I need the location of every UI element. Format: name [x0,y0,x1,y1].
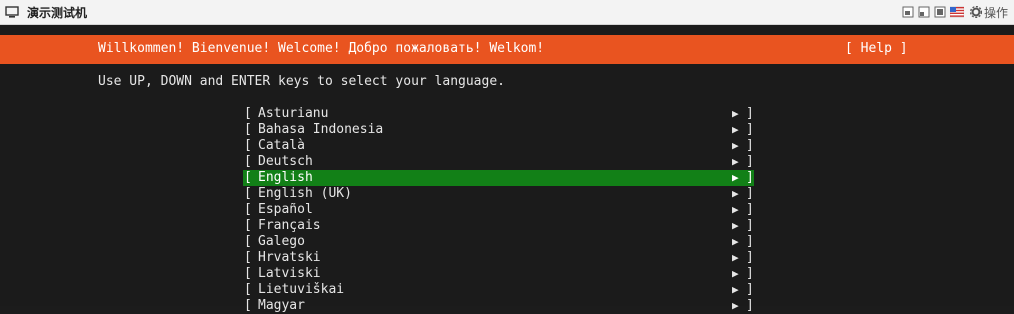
language-option[interactable]: [ Español ▶] [243,202,754,218]
submenu-arrow-icon: ▶ [732,139,739,152]
submenu-arrow-icon: ▶ [732,251,739,264]
menu-open-bracket: [ [244,282,252,297]
language-name: Hrvatski [258,250,321,265]
menu-close-bracket: ] [746,234,754,249]
menu-close-bracket: ] [746,202,754,217]
menu-open-bracket: [ [244,234,252,249]
language-option[interactable]: [ Magyar ▶] [243,298,754,314]
menu-close-bracket: ] [746,122,754,137]
menu-close-bracket: ] [746,106,754,121]
gear-icon [969,6,982,18]
help-button[interactable]: [ Help ] [845,41,908,56]
language-name: English (UK) [258,186,352,201]
menu-open-bracket: [ [244,218,252,233]
submenu-arrow-icon: ▶ [732,299,739,312]
submenu-arrow-icon: ▶ [732,219,739,232]
menu-close-bracket: ] [746,266,754,281]
submenu-arrow-icon: ▶ [732,235,739,248]
submenu-arrow-icon: ▶ [732,283,739,296]
menu-open-bracket: [ [244,266,252,281]
menu-close-bracket: ] [746,138,754,153]
operations-label: 操作 [983,5,1008,20]
menu-close-bracket: ] [746,250,754,265]
fullscreen-icon[interactable] [934,6,946,18]
window-title: 演示测试机 [27,6,88,20]
language-option[interactable]: [ Català ▶] [243,138,754,154]
language-name: Català [258,138,305,153]
monitor-icon [5,6,19,18]
language-option[interactable]: [ Asturianu ▶] [243,106,754,122]
language-list: [ Asturianu ▶] [ Bahasa Indonesia ▶] [ Català ▶]… [243,106,754,314]
menu-close-bracket: ] [746,170,754,185]
menu-close-bracket: ] [746,298,754,313]
operations-menu[interactable]: 操作 [969,4,1008,21]
language-option[interactable]: [ Français ▶] [243,218,754,234]
language-option[interactable]: [ Deutsch ▶] [243,154,754,170]
language-option[interactable]: [ English (UK) ▶] [243,186,754,202]
submenu-arrow-icon: ▶ [732,171,739,184]
keyboard-layout-flag-icon[interactable] [949,6,964,18]
language-name: Galego [258,234,305,249]
menu-open-bracket: [ [244,138,252,153]
menu-open-bracket: [ [244,154,252,169]
window-controls: 操作 [898,3,1008,21]
language-name: Magyar [258,298,305,313]
menu-close-bracket: ] [746,218,754,233]
menu-open-bracket: [ [244,170,252,185]
menu-close-bracket: ] [746,186,754,201]
language-name: Lietuviškai [258,282,345,297]
welcome-text: Willkommen! Bienvenue! Welcome! Добро по… [98,41,545,56]
language-name: Latviski [258,266,321,281]
language-option[interactable]: [ Lietuviškai ▶] [243,282,754,298]
submenu-arrow-icon: ▶ [732,267,739,280]
submenu-arrow-icon: ▶ [732,107,739,120]
language-name: Bahasa Indonesia [258,122,384,137]
language-name: Español [258,202,313,217]
window-title-bar: 演示测试机 操作 [0,0,1014,25]
menu-open-bracket: [ [244,186,252,201]
submenu-arrow-icon: ▶ [732,155,739,168]
restore-window-icon[interactable] [902,6,914,18]
menu-open-bracket: [ [244,250,252,265]
menu-open-bracket: [ [244,202,252,217]
menu-close-bracket: ] [746,282,754,297]
language-option[interactable]: [ Hrvatski ▶] [243,250,754,266]
installer-screen: Willkommen! Bienvenue! Welcome! Добро по… [0,25,1014,313]
language-option[interactable]: [ Galego ▶] [243,234,754,250]
split-view-icon[interactable] [918,6,930,18]
submenu-arrow-icon: ▶ [732,203,739,216]
language-name: Asturianu [258,106,329,121]
menu-open-bracket: [ [244,106,252,121]
language-name: Deutsch [258,154,313,169]
instructions-text: Use UP, DOWN and ENTER keys to select yo… [98,74,505,89]
language-option[interactable]: [ Bahasa Indonesia ▶] [243,122,754,138]
menu-close-bracket: ] [746,154,754,169]
language-option[interactable]: [ English ▶] [243,170,754,186]
menu-open-bracket: [ [244,298,252,313]
language-name: English [258,170,313,185]
submenu-arrow-icon: ▶ [732,187,739,200]
language-name: Français [258,218,321,233]
welcome-banner: Willkommen! Bienvenue! Welcome! Добро по… [0,35,1014,64]
language-option[interactable]: [ Latviski ▶] [243,266,754,282]
menu-open-bracket: [ [244,122,252,137]
submenu-arrow-icon: ▶ [732,123,739,136]
